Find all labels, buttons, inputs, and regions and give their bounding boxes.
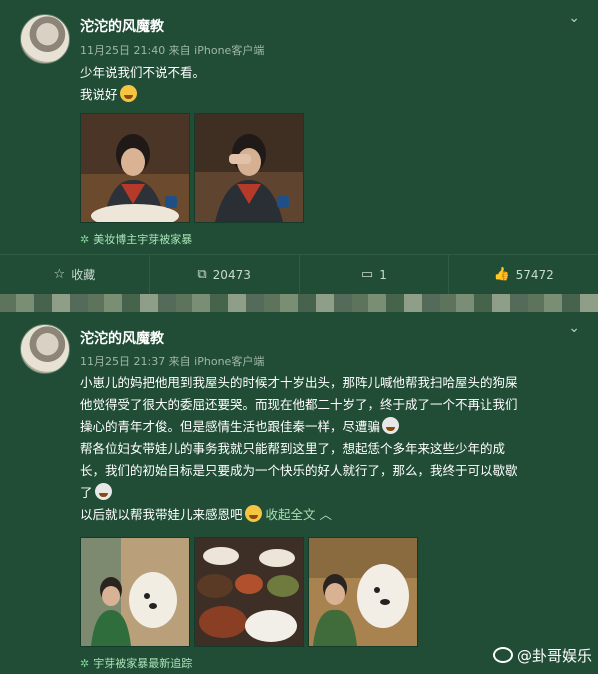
watermark: @卦哥娱乐: [492, 645, 592, 666]
chevron-up-icon: ︿: [319, 507, 333, 522]
topic-tag[interactable]: ✲ 美妆博主宇芽被家暴: [80, 231, 192, 247]
post-image-2[interactable]: [194, 113, 304, 223]
post-meta: 11月25日 21:37 来自 iPhone客户端: [80, 355, 265, 368]
topic-tag[interactable]: ✲ 宇芽被家暴最新追踪: [80, 655, 192, 671]
like-button[interactable]: 👍 57472: [449, 255, 598, 294]
smile-emoji-icon: [119, 85, 137, 102]
chevron-down-icon[interactable]: ⌄: [568, 10, 580, 26]
weibo-post-1: 沱沱的风魔教 11月25日 21:40 来自 iPhone客户端 ⌄ 少年说我们…: [0, 0, 598, 294]
topic-icon: ✲: [80, 233, 90, 246]
repost-icon: ⧉: [197, 267, 207, 282]
post-image-2[interactable]: [194, 537, 304, 647]
weibo-post-2: 沱沱的风魔教 11月25日 21:37 来自 iPhone客户端 ⌄ 小崽儿的妈…: [0, 312, 598, 674]
post-text: 少年说我们不说不看。 我说好: [80, 65, 206, 102]
avatar[interactable]: [20, 324, 70, 374]
repost-button[interactable]: ⧉ 20473: [150, 255, 300, 294]
post-image-1[interactable]: [80, 537, 190, 647]
emoji-icon: [382, 417, 400, 434]
comment-icon: ▭: [360, 267, 374, 282]
post-image-1[interactable]: [80, 113, 190, 228]
chevron-down-icon[interactable]: ⌄: [568, 320, 580, 336]
collapse-link[interactable]: 收起全文 ︿: [266, 507, 333, 522]
section-divider: [0, 294, 598, 312]
comment-button[interactable]: ▭ 1: [300, 255, 450, 294]
post-text: 小崽儿的妈把他甩到我屋头的时候才十岁出头，那阵儿喊他帮我扫哈屋头的狗屎 他觉得受…: [80, 375, 518, 522]
emoji-icon: [94, 483, 112, 500]
thumbs-up-icon: 👍: [493, 267, 510, 282]
collect-button[interactable]: ☆ 收藏: [0, 255, 150, 294]
star-icon: ☆: [53, 267, 66, 282]
post-image-3[interactable]: [308, 537, 418, 647]
author-name[interactable]: 沱沱的风魔教: [80, 16, 164, 36]
post-meta: 11月25日 21:40 来自 iPhone客户端: [80, 44, 265, 57]
author-name[interactable]: 沱沱的风魔教: [80, 328, 164, 348]
avatar[interactable]: [20, 14, 70, 64]
weibo-logo-icon: [492, 647, 513, 663]
smile-emoji-icon: [244, 505, 262, 522]
topic-icon: ✲: [80, 657, 90, 670]
action-bar: ☆ 收藏 ⧉ 20473 ▭ 1 👍 57472: [0, 254, 598, 294]
